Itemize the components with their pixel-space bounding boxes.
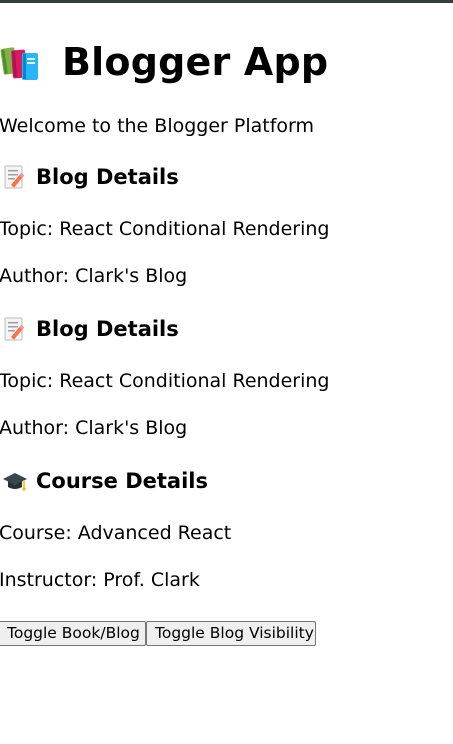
top-border-bar <box>0 0 453 3</box>
memo-icon <box>2 164 28 190</box>
section-title-course-details: Course Details <box>2 467 208 495</box>
section-title-blog-details-2: Blog Details <box>2 315 179 343</box>
section-title-text: Blog Details <box>36 317 179 341</box>
memo-icon <box>2 316 28 342</box>
toggle-blog-visibility-button[interactable]: Toggle Blog Visibility <box>146 621 316 646</box>
course-name-text: Course: Advanced React <box>0 522 232 544</box>
section-title-text: Blog Details <box>36 165 179 189</box>
blog-author-text: Author: Clark's Blog <box>0 265 188 287</box>
welcome-text: Welcome to the Blogger Platform <box>0 115 315 137</box>
course-instructor-text: Instructor: Prof. Clark <box>0 569 200 591</box>
toggle-book-blog-button[interactable]: Toggle Book/Blog <box>0 621 146 646</box>
graduation-cap-icon <box>2 468 28 494</box>
blog-topic-text: Topic: React Conditional Rendering <box>0 370 330 392</box>
books-icon <box>0 40 44 84</box>
blog-topic-text: Topic: React Conditional Rendering <box>0 218 330 240</box>
page-title: Blogger App <box>0 34 328 90</box>
section-title-text: Course Details <box>36 469 208 493</box>
app-title-text: Blogger App <box>62 40 329 84</box>
blog-author-text: Author: Clark's Blog <box>0 417 188 439</box>
section-title-blog-details-1: Blog Details <box>2 163 179 191</box>
